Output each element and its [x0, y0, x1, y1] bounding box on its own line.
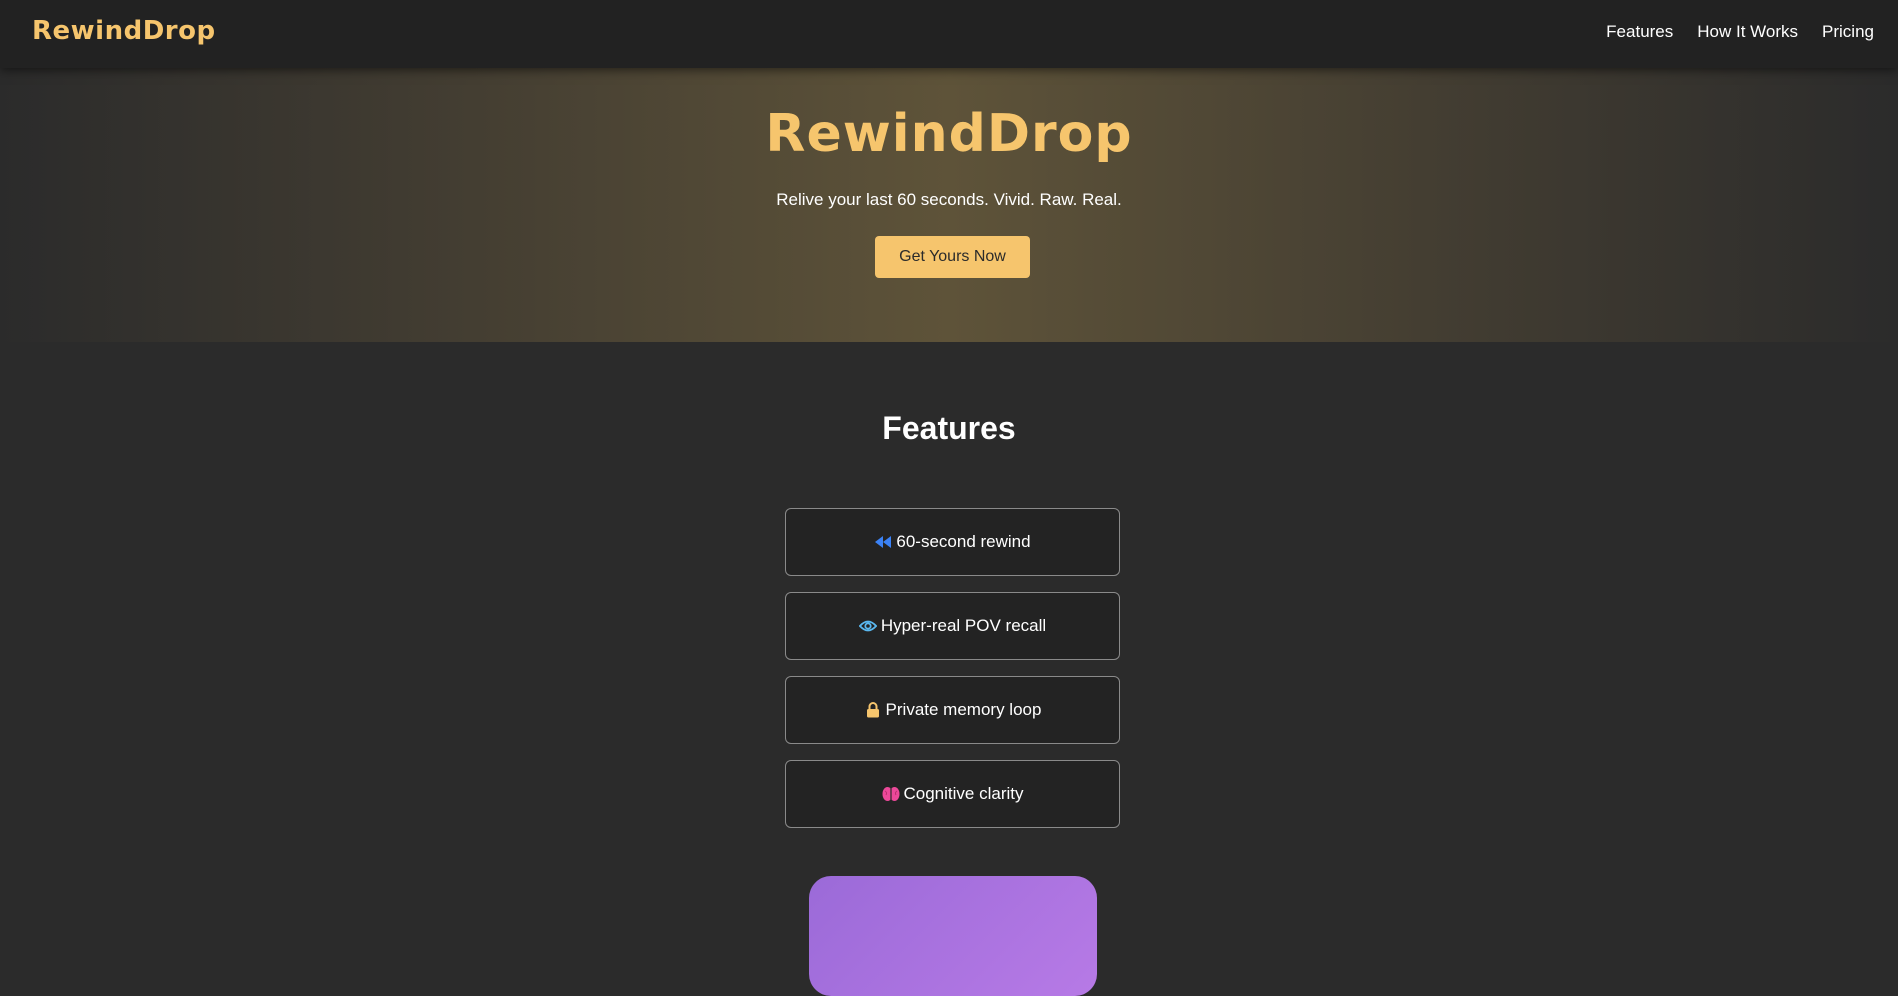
feature-card-rewind: 60-second rewind — [785, 508, 1120, 576]
hero-section: RewindDrop Relive your last 60 seconds. … — [0, 68, 1898, 342]
eye-icon — [858, 617, 877, 635]
lock-icon — [864, 701, 882, 719]
feature-label: 60-second rewind — [896, 532, 1031, 551]
hero-title: RewindDrop — [765, 104, 1133, 164]
nav-link-pricing[interactable]: Pricing — [1822, 22, 1874, 42]
feature-card-private-loop: Private memory loop — [785, 676, 1120, 744]
feature-list: 60-second rewind Hyper-real POV recall P… — [785, 508, 1120, 844]
feature-label: Hyper-real POV recall — [880, 616, 1047, 635]
hero-tagline: Relive your last 60 seconds. Vivid. Raw.… — [776, 190, 1122, 209]
top-navbar: RewindDrop Features How It Works Pricing — [0, 0, 1898, 68]
nav-links: Features How It Works Pricing — [1606, 22, 1874, 42]
feature-label: Cognitive clarity — [903, 784, 1024, 803]
features-heading: Features — [882, 410, 1016, 446]
get-yours-now-button[interactable]: Get Yours Now — [875, 236, 1030, 278]
feature-label: Private memory loop — [885, 700, 1042, 719]
brain-icon — [882, 785, 900, 803]
nav-link-how-it-works[interactable]: How It Works — [1697, 22, 1798, 42]
feature-card-cognitive-clarity: Cognitive clarity — [785, 760, 1120, 828]
promo-card — [809, 876, 1097, 996]
rewind-icon — [874, 533, 892, 551]
brand-logo[interactable]: RewindDrop — [32, 16, 216, 46]
feature-card-pov-recall: Hyper-real POV recall — [785, 592, 1120, 660]
nav-link-features[interactable]: Features — [1606, 22, 1673, 42]
